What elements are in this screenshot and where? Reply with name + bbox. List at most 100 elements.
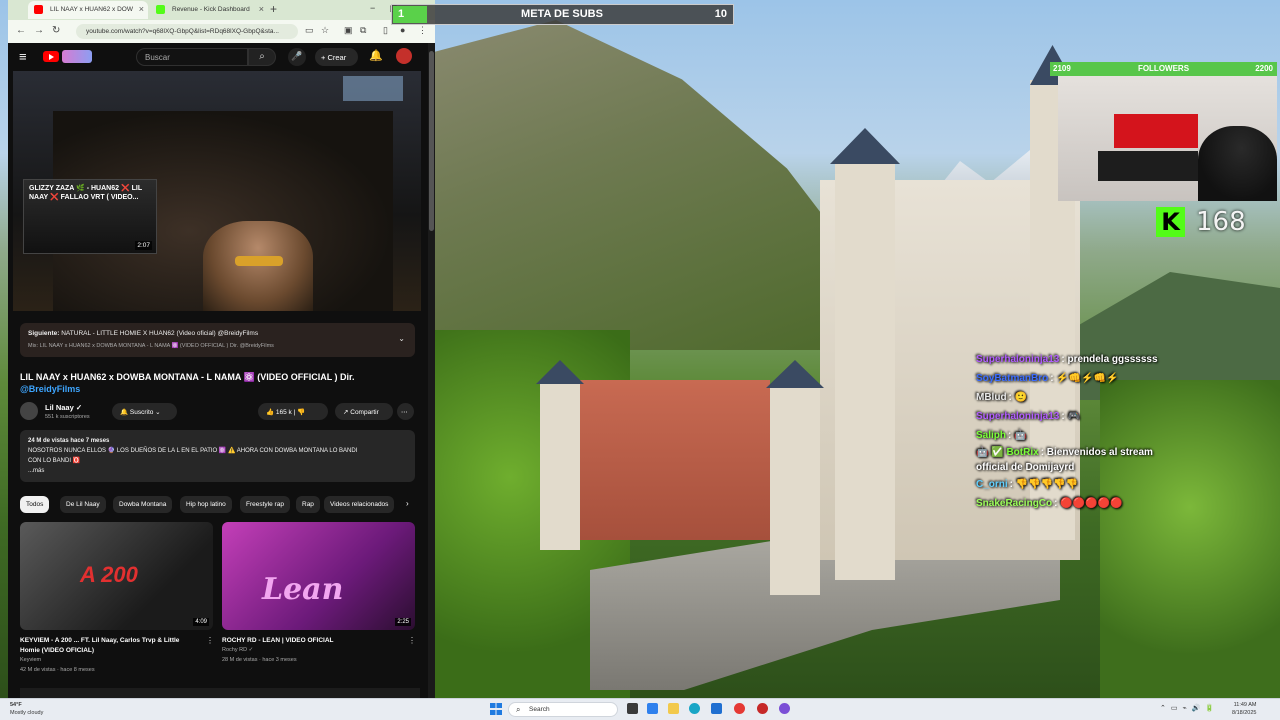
- chat-message: Superhaloninja13: prendela ggssssss: [976, 350, 1166, 369]
- scrollbar-thumb[interactable]: [429, 51, 434, 231]
- wallpaper-mountain: [430, 20, 850, 350]
- chat-username: C_orni: [976, 479, 1008, 490]
- system-tray[interactable]: ⌃▭⌁🔊🔋: [1160, 704, 1219, 712]
- channel-avatar[interactable]: [20, 402, 38, 420]
- search-input[interactable]: Buscar: [136, 48, 248, 66]
- chevron-down-icon[interactable]: ⌄: [398, 334, 405, 343]
- chat-text: : 🤖: [1008, 430, 1027, 441]
- browser-tab-kick[interactable]: Revenue - Kick Dashboard ×: [150, 1, 268, 19]
- recommendation-title[interactable]: KEYVIEM - A 200 ... FT. Lil Naay, Carlos…: [20, 636, 200, 656]
- chat-text: : 🎮: [1061, 411, 1080, 422]
- share-button[interactable]: ↗ Compartir: [335, 403, 393, 420]
- store-icon[interactable]: [711, 703, 722, 714]
- close-icon[interactable]: ×: [259, 4, 264, 14]
- search-icon: ⌕: [259, 51, 265, 62]
- youtube-logo-icon[interactable]: [43, 51, 59, 62]
- forward-arrow-icon[interactable]: →: [34, 25, 44, 36]
- recommendation-thumbnail[interactable]: Lean 2:25: [222, 522, 415, 630]
- up-next-label: Siguiente: NATURAL - LITTLE HOMIE X HUAN…: [28, 330, 258, 337]
- search-icon: ⌕: [516, 705, 521, 714]
- obs-icon[interactable]: [757, 703, 768, 714]
- clock-date: 8/18/2025: [1232, 710, 1257, 716]
- clock[interactable]: 11:49 AM 8/18/2025: [1232, 701, 1256, 717]
- subscribed-button[interactable]: 🔔 Suscrito ⌄: [112, 403, 177, 420]
- video-player[interactable]: GLIZZY ZAZA 🌿 - HUAN62 ❌ LIL NAAY ❌ FALL…: [13, 71, 421, 311]
- edge-browser-icon[interactable]: [689, 703, 700, 714]
- bookmark-star-icon[interactable]: ☆: [321, 25, 329, 36]
- miniplayer[interactable]: GLIZZY ZAZA 🌿 - HUAN62 ❌ LIL NAAY ❌ FALL…: [23, 179, 157, 254]
- cast-icon[interactable]: ▭: [305, 25, 314, 36]
- chat-username: Saliph: [976, 430, 1007, 441]
- chip-rap[interactable]: Rap: [296, 496, 320, 513]
- create-button[interactable]: + Crear: [315, 48, 358, 66]
- weather-widget[interactable]: 54°F Mostly cloudy: [10, 701, 43, 717]
- like-dislike-button[interactable]: 👍 165 k | 👎: [258, 403, 328, 420]
- up-next-title: NATURAL - LITTLE HOMIE X HUAN62 (Video o…: [61, 330, 259, 337]
- back-arrow-icon[interactable]: ←: [16, 25, 26, 36]
- mix-title: Mix: LIL NAAY x HUAN62 x DOWBA MONTANA -…: [28, 343, 274, 349]
- taskbar-search[interactable]: ⌕ Search: [508, 702, 618, 717]
- chip-hip-hop-latino[interactable]: Hip hop latino: [180, 496, 232, 513]
- browser-tab-bar: LIL NAAY x HUAN62 x DOW × Revenue - Kick…: [8, 0, 435, 20]
- chevron-right-icon[interactable]: ›: [406, 499, 409, 508]
- tab-title: LIL NAAY x HUAN62 x DOW: [50, 6, 133, 13]
- youtube-header: ≡ Buscar ⌕ 🎤 + Crear 🔔: [8, 43, 435, 71]
- show-more-link[interactable]: ...más: [28, 466, 407, 476]
- app-icon[interactable]: [779, 703, 790, 714]
- wallpaper-castle-roof: [766, 360, 824, 388]
- chat-message: C_orni: 👎👎👎👎👎: [976, 475, 1166, 494]
- new-tab-button[interactable]: +: [270, 2, 277, 16]
- thumbnail-text: Lean: [262, 572, 344, 607]
- task-view-icon[interactable]: [627, 703, 638, 714]
- chip-freestyle-rap[interactable]: Freestyle rap: [240, 496, 290, 513]
- channel-name[interactable]: Lil Naay ✓: [45, 403, 82, 412]
- scrollbar[interactable]: [428, 43, 435, 698]
- address-bar[interactable]: youtube.com/watch?v=q68lXQ-GbpQ&list=RDq…: [76, 24, 298, 39]
- video-description[interactable]: 24 M de vistas hace 7 meses NOSOTROS NUN…: [20, 430, 415, 482]
- recommendation-stats: 42 M de vistas · hace 8 meses: [20, 667, 95, 673]
- chip-lil-naay[interactable]: De Lil Naay: [60, 496, 106, 513]
- hamburger-menu-icon[interactable]: ≡: [19, 49, 27, 64]
- video-duration: 2:25: [395, 618, 411, 626]
- file-explorer-icon[interactable]: [668, 703, 679, 714]
- recommendation-channel[interactable]: Rochy RD ✓: [222, 647, 253, 653]
- chat-text: : prendela ggssssss: [1061, 354, 1158, 365]
- weather-description: Mostly cloudy: [10, 710, 44, 716]
- windows-taskbar: 54°F Mostly cloudy ⌕ Search ⌃▭⌁🔊🔋 11:49 …: [0, 698, 1280, 720]
- chip-all[interactable]: Todos: [20, 496, 50, 513]
- windows-start-icon[interactable]: [490, 703, 502, 715]
- recommendation-channel[interactable]: Keyviem: [20, 657, 41, 663]
- chip-dowba-montana[interactable]: Dowba Montana: [113, 496, 173, 513]
- filter-chips: Todos De Lil Naay Dowba Montana Hip hop …: [20, 496, 420, 513]
- chrome-browser-icon[interactable]: [734, 703, 745, 714]
- chat-message: MBlud: 🙂: [976, 388, 1166, 407]
- video-credit-link[interactable]: @BreidyFilms: [20, 384, 80, 394]
- reload-icon[interactable]: ↻: [52, 25, 60, 36]
- microphone-icon[interactable]: 🎤: [288, 48, 306, 66]
- more-actions-button[interactable]: ⋯: [397, 403, 414, 420]
- chip-related-videos[interactable]: Videos relacionados: [324, 496, 395, 513]
- browser-menu-icon[interactable]: ⋮: [418, 25, 427, 36]
- copilot-icon[interactable]: [647, 703, 658, 714]
- notifications-bell-icon[interactable]: 🔔: [369, 49, 383, 62]
- description-line: NOSOTROS NUNCA ELLOS 🔮 LOS DUEÑOS DE LA …: [28, 448, 358, 454]
- youtube-doodle[interactable]: [62, 50, 92, 63]
- profile-icon[interactable]: ●: [400, 25, 405, 35]
- tab-title: Revenue - Kick Dashboard: [172, 6, 250, 13]
- sidebar-icon[interactable]: ▯: [383, 25, 388, 36]
- browser-tab-youtube[interactable]: LIL NAAY x HUAN62 x DOW ×: [28, 1, 148, 19]
- recommendation-thumbnail[interactable]: A 200 4:09: [20, 522, 213, 630]
- chat-username: Superhaloninja13: [976, 354, 1060, 365]
- more-options-icon[interactable]: ⋮: [408, 636, 416, 645]
- picture-in-picture-icon[interactable]: ▣: [344, 25, 353, 36]
- avatar[interactable]: [396, 48, 412, 64]
- up-next-prefix: Siguiente:: [28, 330, 60, 337]
- search-button[interactable]: ⌕: [248, 48, 276, 66]
- up-next-panel[interactable]: Siguiente: NATURAL - LITTLE HOMIE X HUAN…: [20, 323, 415, 357]
- webcam-background-object: [1114, 114, 1198, 148]
- more-options-icon[interactable]: ⋮: [206, 636, 214, 645]
- chat-username: Superhaloninja13: [976, 411, 1060, 422]
- recommendation-title[interactable]: ROCHY RD - LEAN | VIDEO OFICIAL: [222, 636, 402, 646]
- extensions-icon[interactable]: ⧉: [360, 25, 366, 36]
- close-icon[interactable]: ×: [139, 4, 144, 14]
